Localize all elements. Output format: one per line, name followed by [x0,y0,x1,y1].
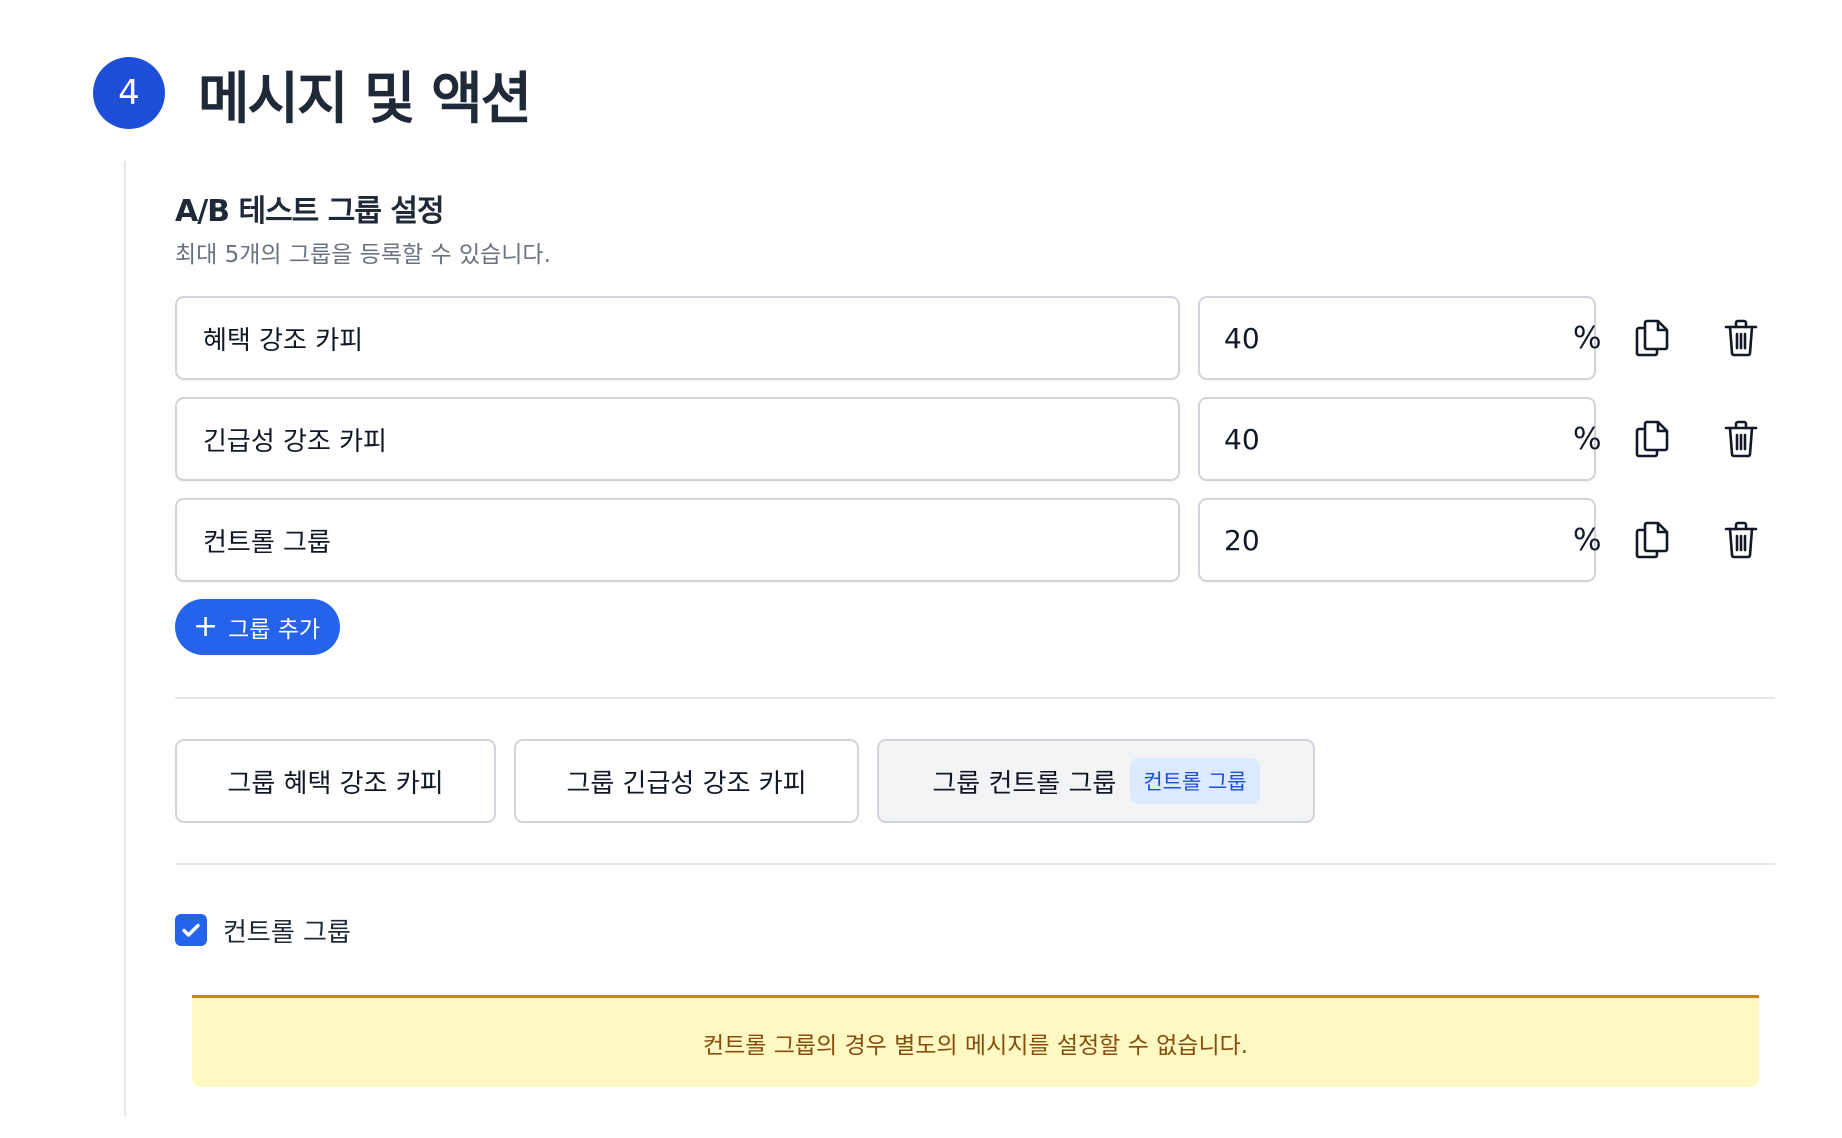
delete-group-button[interactable] [1715,312,1767,364]
copy-group-button[interactable] [1626,413,1678,465]
section-content: A/B 테스트 그룹 설정 최대 5개의 그룹을 등록할 수 있습니다. % [175,190,1775,1087]
group-percent-field: % [1198,498,1602,582]
group-percent-input[interactable] [1224,422,1573,456]
control-group-notice: 컨트롤 그룹의 경우 별도의 메시지를 설정할 수 없습니다. [192,995,1759,1087]
copy-icon [1635,420,1669,458]
section-vertical-line [124,161,126,1116]
copy-icon [1635,521,1669,559]
group-row: % [175,397,1771,481]
step-number-badge: 4 [93,57,165,129]
delete-group-button[interactable] [1715,514,1767,566]
checkmark-icon [182,923,200,937]
divider [175,697,1775,699]
trash-icon [1724,521,1758,559]
percent-unit: % [1573,522,1602,558]
trash-icon [1724,319,1758,357]
group-row: % [175,498,1771,582]
control-group-checkbox-label: 컨트롤 그룹 [223,917,351,948]
group-percent-field: % [1198,296,1602,380]
section-title: 메시지 및 액션 [198,66,532,132]
group-tab-label: 그룹 컨트롤 그룹 [932,768,1117,799]
group-rows: % % [175,296,1771,582]
control-group-checkbox[interactable] [175,914,207,946]
group-tabs: 그룹 혜택 강조 카피 그룹 긴급성 강조 카피 그룹 컨트롤 그룹 컨트롤 그… [175,739,1771,823]
group-percent-field: % [1198,397,1602,481]
group-tab-urgency[interactable]: 그룹 긴급성 강조 카피 [514,739,859,823]
percent-unit: % [1573,421,1602,457]
copy-group-button[interactable] [1626,514,1678,566]
group-percent-input[interactable] [1224,321,1573,355]
add-group-button[interactable]: + 그룹 추가 [175,599,341,655]
trash-icon [1724,420,1758,458]
copy-icon [1635,319,1669,357]
group-name-input[interactable] [175,498,1180,582]
ab-test-description: 최대 5개의 그룹을 등록할 수 있습니다. [175,242,551,268]
control-group-checkbox-row[interactable]: 컨트롤 그룹 [175,913,1771,948]
add-group-label: 그룹 추가 [228,617,321,643]
group-tab-control[interactable]: 그룹 컨트롤 그룹 컨트롤 그룹 [877,739,1315,823]
divider [175,863,1775,865]
group-tab-benefit[interactable]: 그룹 혜택 강조 카피 [175,739,496,823]
group-name-input[interactable] [175,296,1180,380]
notice-text: 컨트롤 그룹의 경우 별도의 메시지를 설정할 수 없습니다. [702,1032,1249,1059]
group-tab-label: 그룹 긴급성 강조 카피 [566,768,807,799]
copy-group-button[interactable] [1626,312,1678,364]
ab-test-title: A/B 테스트 그룹 설정 [175,194,445,229]
percent-unit: % [1573,320,1602,356]
group-tab-label: 그룹 혜택 강조 카피 [227,768,444,799]
group-percent-input[interactable] [1224,523,1573,557]
plus-icon: + [193,609,219,644]
delete-group-button[interactable] [1715,413,1767,465]
group-name-input[interactable] [175,397,1180,481]
control-group-badge: 컨트롤 그룹 [1130,758,1260,804]
group-row: % [175,296,1771,380]
